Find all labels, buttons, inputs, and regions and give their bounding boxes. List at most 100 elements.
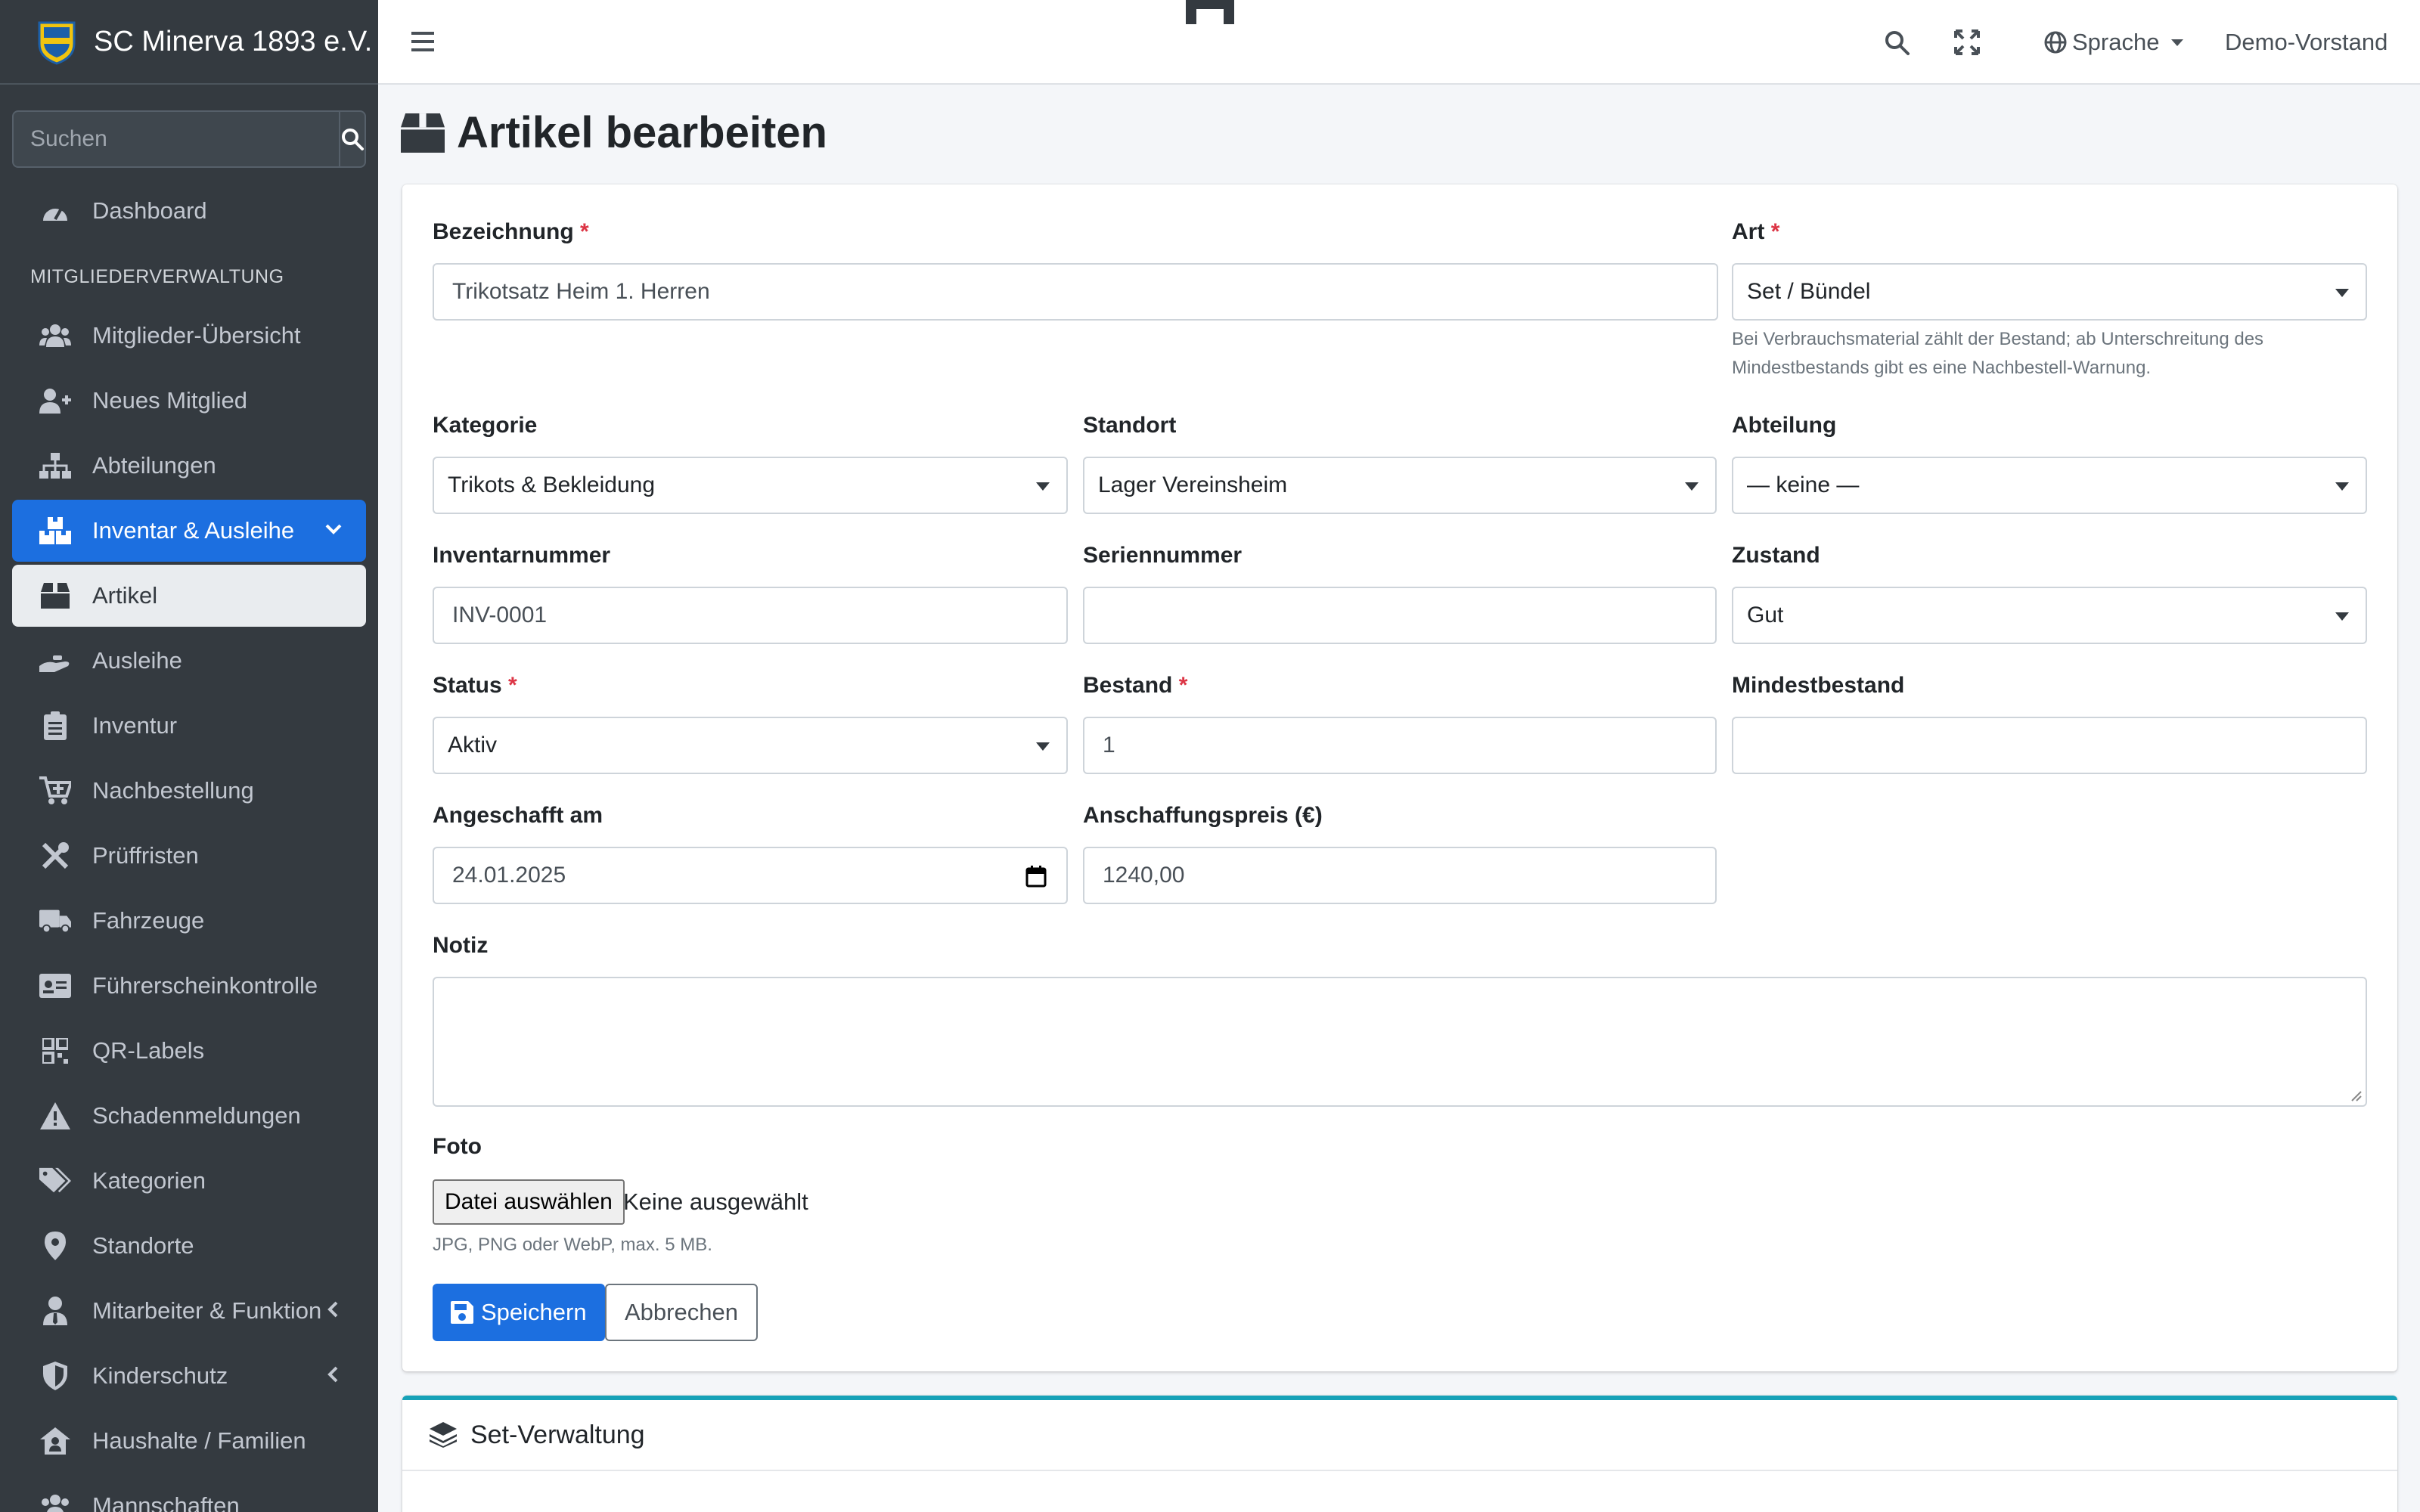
page-title: Artikel bearbeiten — [457, 108, 827, 157]
user-menu[interactable]: Demo-Vorstand — [2225, 0, 2387, 85]
inventarnummer-input[interactable]: INV-0001 — [433, 587, 1068, 644]
sidebar-item-ausleihe[interactable]: Ausleihe — [12, 630, 366, 692]
sidebar-item-label: Mitglieder-Übersicht — [92, 322, 301, 349]
cart-plus-icon — [39, 775, 71, 807]
caret-down-icon — [1036, 482, 1050, 491]
hand-holding-icon — [39, 645, 71, 677]
sidebar-item-label: Inventar & Ausleihe — [92, 517, 295, 544]
topbar: Sprache Demo-Vorstand — [378, 0, 2420, 85]
seriennummer-label: Seriennummer — [1083, 543, 1243, 568]
sidebar-item-inventur[interactable]: Inventur — [12, 695, 366, 757]
expand-arrows-icon — [1954, 29, 1980, 55]
sidebar-item-fuehrerschein[interactable]: Führerscheinkontrolle — [12, 955, 366, 1017]
sidebar-item-neues-mitglied[interactable]: Neues Mitglied — [12, 370, 366, 432]
caret-down-icon — [2335, 289, 2349, 297]
standort-select[interactable]: Lager Vereinsheim — [1083, 457, 1717, 514]
house-user-icon — [39, 1425, 71, 1457]
standort-label: Standort — [1083, 413, 1177, 438]
language-dropdown[interactable]: Sprache — [2043, 0, 2184, 85]
user-plus-icon — [39, 385, 71, 417]
sidebar-item-label: Abteilungen — [92, 452, 216, 479]
sidebar-item-kategorien[interactable]: Kategorien — [12, 1150, 366, 1212]
sidebar-search-button[interactable] — [339, 110, 366, 168]
sidebar-search-input[interactable] — [12, 110, 339, 168]
bezeichnung-label: Bezeichnung * — [433, 219, 589, 244]
preis-input[interactable]: 1240,00 — [1083, 847, 1717, 904]
brand-link[interactable]: SC Minerva 1893 e.V. — [0, 0, 378, 85]
bezeichnung-input[interactable]: Trikotsatz Heim 1. Herren — [433, 263, 1718, 321]
sidebar-item-label: Haushalte / Familien — [92, 1427, 306, 1454]
topbar-search-button[interactable] — [1883, 0, 1910, 85]
status-select[interactable]: Aktiv — [433, 717, 1068, 774]
kategorie-select[interactable]: Trikots & Bekleidung — [433, 457, 1068, 514]
bestand-input[interactable]: 1 — [1083, 717, 1717, 774]
sidebar-item-haushalte[interactable]: Haushalte / Familien — [12, 1410, 366, 1472]
page-header: Artikel bearbeiten — [401, 107, 827, 158]
caret-down-icon — [1036, 742, 1050, 751]
sidebar-item-prueffristen[interactable]: Prüffristen — [12, 825, 366, 887]
cancel-button[interactable]: Abbrechen — [605, 1284, 758, 1341]
set-card-header: Set-Verwaltung — [402, 1400, 2397, 1471]
angeschafft-date-input[interactable]: 24.01.2025 — [433, 847, 1068, 904]
calendar-icon[interactable] — [1025, 865, 1047, 888]
search-icon — [342, 129, 364, 150]
shield-icon — [39, 1360, 71, 1392]
sidebar-item-label: Kategorien — [92, 1167, 206, 1194]
truck-icon — [39, 905, 71, 937]
sidebar-item-dashboard[interactable]: Dashboard — [12, 180, 366, 242]
sidebar-item-abteilungen[interactable]: Abteilungen — [12, 435, 366, 497]
sitemap-icon — [39, 450, 71, 482]
sidebar-item-artikel[interactable]: Artikel — [12, 565, 366, 627]
sidebar-item-label: Inventur — [92, 712, 178, 739]
sidebar-search — [12, 110, 366, 168]
sidebar-item-schadenmeldungen[interactable]: Schadenmeldungen — [12, 1085, 366, 1147]
zustand-label: Zustand — [1732, 543, 1820, 568]
brand-name: SC Minerva 1893 e.V. — [94, 25, 373, 57]
art-select[interactable]: Set / Bündel — [1732, 263, 2367, 321]
sidebar-item-label: Standorte — [92, 1232, 194, 1259]
id-card-icon — [39, 970, 71, 1002]
sidebar-item-inventar[interactable]: Inventar & Ausleihe — [12, 500, 366, 562]
sidebar-item-label: Prüffristen — [92, 842, 199, 869]
art-help-text: Bei Verbrauchsmaterial zählt der Bestand… — [1732, 329, 2264, 378]
layer-group-icon — [430, 1422, 457, 1448]
team-icon — [39, 1490, 71, 1512]
set-management-card: Set-Verwaltung — [402, 1396, 2397, 1512]
resize-handle-icon[interactable] — [2350, 1090, 2363, 1102]
bestand-label: Bestand * — [1083, 673, 1188, 698]
sidebar-item-standorte[interactable]: Standorte — [12, 1215, 366, 1277]
sidebar-item-label: Schadenmeldungen — [92, 1102, 301, 1129]
sidebar-item-qr-labels[interactable]: QR-Labels — [12, 1020, 366, 1082]
save-button[interactable]: Speichern — [433, 1284, 605, 1341]
sidebar-item-mannschaften[interactable]: Mannschaften — [12, 1475, 366, 1512]
user-tie-icon — [39, 1295, 71, 1327]
kategorie-label: Kategorie — [433, 413, 538, 438]
save-indicator-icon — [1186, 0, 1234, 24]
hamburger-menu-icon[interactable] — [411, 29, 434, 54]
language-label: Sprache — [2072, 29, 2160, 55]
sidebar-item-fahrzeuge[interactable]: Fahrzeuge — [12, 890, 366, 952]
file-status-text: Keine ausgewählt — [623, 1188, 808, 1215]
sidebar-item-label: Mannschaften — [92, 1492, 240, 1512]
file-choose-button[interactable]: Datei auswählen — [433, 1179, 625, 1225]
mindestbestand-input[interactable] — [1732, 717, 2367, 774]
caret-down-icon — [2171, 39, 2184, 46]
fullscreen-button[interactable] — [1954, 0, 1980, 85]
sidebar-item-label: Führerscheinkontrolle — [92, 972, 318, 999]
club-logo — [38, 21, 76, 65]
sidebar-item-nachbestellung[interactable]: Nachbestellung — [12, 760, 366, 822]
users-icon — [39, 320, 71, 352]
caret-down-icon — [2335, 612, 2349, 621]
tools-icon — [39, 840, 71, 872]
seriennummer-input[interactable] — [1083, 587, 1717, 644]
zustand-select[interactable]: Gut — [1732, 587, 2367, 644]
art-label: Art * — [1732, 219, 1780, 244]
sidebar-item-mitglieder[interactable]: Mitglieder-Übersicht — [12, 305, 366, 367]
sidebar-item-label: Artikel — [92, 582, 158, 609]
notiz-textarea[interactable] — [433, 977, 2367, 1107]
abteilung-select[interactable]: — keine — — [1732, 457, 2367, 514]
sidebar-item-label: QR-Labels — [92, 1037, 205, 1064]
article-form-card: Bezeichnung * Trikotsatz Heim 1. Herren … — [402, 184, 2397, 1371]
sidebar-item-mitarbeiter[interactable]: Mitarbeiter & Funktion — [12, 1280, 366, 1342]
sidebar-item-kinderschutz[interactable]: Kinderschutz — [12, 1345, 366, 1407]
